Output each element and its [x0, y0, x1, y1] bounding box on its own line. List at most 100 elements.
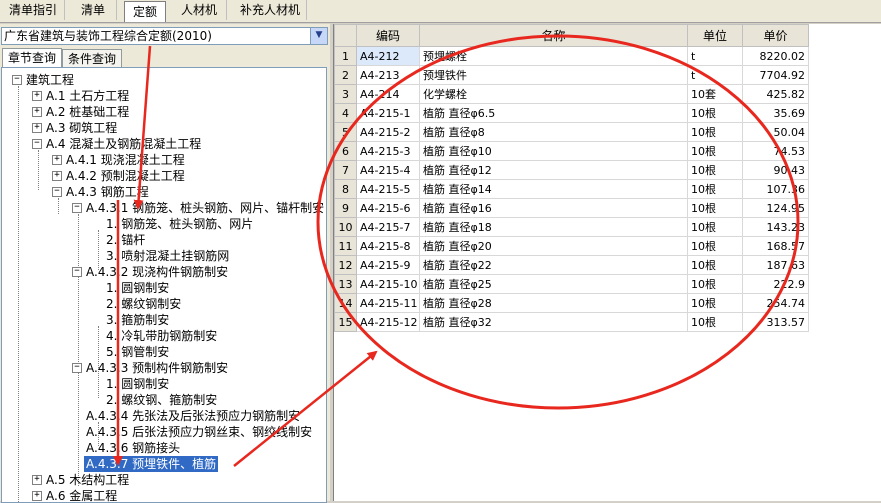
tree-leaf-a432-1[interactable]: 1. 圆钢制安: [106, 280, 169, 296]
col-header-name[interactable]: 名称: [419, 24, 688, 47]
row-number-cell[interactable]: 5: [334, 122, 357, 142]
price-cell[interactable]: 222.9: [742, 274, 809, 294]
tab-bill-guide[interactable]: 清单指引: [2, 0, 65, 20]
plus-box-icon[interactable]: +: [32, 106, 42, 117]
price-cell[interactable]: 143.23: [742, 217, 809, 237]
unit-cell[interactable]: 10根: [687, 255, 743, 275]
name-cell[interactable]: 植筋 直径φ32: [419, 312, 688, 332]
tab-quota[interactable]: 定额: [124, 1, 166, 22]
tree-leaf-a436[interactable]: A.4.3.6 钢筋接头: [86, 440, 180, 456]
row-number-cell[interactable]: 15: [334, 312, 357, 332]
code-cell[interactable]: A4-212: [356, 46, 420, 66]
tree-leaf-a435[interactable]: A.4.3.5 后张法预应力钢丝束、钢绞线制安: [86, 424, 312, 440]
price-cell[interactable]: 90.43: [742, 160, 809, 180]
price-cell[interactable]: 35.69: [742, 103, 809, 123]
price-cell[interactable]: 74.53: [742, 141, 809, 161]
tab-labor-material-machine[interactable]: 人材机: [172, 0, 227, 20]
table-row[interactable]: 10 A4-215-7 植筋 直径φ18 10根 143.23: [334, 217, 809, 237]
unit-cell[interactable]: t: [687, 65, 743, 85]
name-cell[interactable]: 植筋 直径φ28: [419, 293, 688, 313]
minus-box-icon[interactable]: −: [72, 266, 82, 277]
code-cell[interactable]: A4-214: [356, 84, 420, 104]
tree-leaf-a434[interactable]: A.4.3.4 先张法及后张法预应力钢筋制安: [86, 408, 300, 424]
minus-box-icon[interactable]: −: [52, 186, 62, 197]
price-cell[interactable]: 50.04: [742, 122, 809, 142]
col-header-code[interactable]: 编码: [356, 24, 420, 47]
code-cell[interactable]: A4-215-9: [356, 255, 420, 275]
unit-cell[interactable]: 10套: [687, 84, 743, 104]
price-cell[interactable]: 107.36: [742, 179, 809, 199]
code-cell[interactable]: A4-215-10: [356, 274, 420, 294]
table-row[interactable]: 6 A4-215-3 植筋 直径φ10 10根 74.53: [334, 141, 809, 161]
table-row[interactable]: 2 A4-213 预埋铁件 t 7704.92: [334, 65, 809, 85]
tree-leaf-a431-2[interactable]: 2. 锚杆: [106, 232, 145, 248]
minus-box-icon[interactable]: −: [12, 74, 22, 85]
row-number-cell[interactable]: 12: [334, 255, 357, 275]
table-row[interactable]: 12 A4-215-9 植筋 直径φ22 10根 187.63: [334, 255, 809, 275]
chapter-tree[interactable]: − 建筑工程 + A.1 土石方工程 + A.2 桩基础工程 + A.3 砌筑工程 − A…: [1, 67, 327, 503]
unit-cell[interactable]: t: [687, 46, 743, 66]
tree-node-a1[interactable]: + A.1 土石方工程: [32, 88, 129, 104]
tree-leaf-a431-1[interactable]: 1. 钢筋笼、桩头钢筋、网片: [106, 216, 253, 232]
chevron-down-icon[interactable]: ▼: [310, 28, 327, 44]
tree-node-a42[interactable]: + A.4.2 预制混凝土工程: [52, 168, 185, 184]
code-cell[interactable]: A4-215-2: [356, 122, 420, 142]
code-cell[interactable]: A4-215-1: [356, 103, 420, 123]
name-cell[interactable]: 预埋螺栓: [419, 46, 688, 66]
unit-cell[interactable]: 10根: [687, 122, 743, 142]
table-row[interactable]: 1 A4-212 预埋螺栓 t 8220.02: [334, 46, 809, 66]
table-row[interactable]: 14 A4-215-11 植筋 直径φ28 10根 254.74: [334, 293, 809, 313]
plus-box-icon[interactable]: +: [32, 90, 42, 101]
unit-cell[interactable]: 10根: [687, 274, 743, 294]
unit-cell[interactable]: 10根: [687, 198, 743, 218]
price-cell[interactable]: 187.63: [742, 255, 809, 275]
code-cell[interactable]: A4-215-7: [356, 217, 420, 237]
name-cell[interactable]: 植筋 直径φ10: [419, 141, 688, 161]
code-cell[interactable]: A4-215-4: [356, 160, 420, 180]
price-cell[interactable]: 313.57: [742, 312, 809, 332]
tree-node-a433[interactable]: − A.4.3.3 预制构件钢筋制安: [72, 360, 228, 376]
table-row[interactable]: 13 A4-215-10 植筋 直径φ25 10根 222.9: [334, 274, 809, 294]
tab-supplementary-lmm[interactable]: 补充人材机: [234, 0, 307, 20]
table-row[interactable]: 15 A4-215-12 植筋 直径φ32 10根 313.57: [334, 312, 809, 332]
table-row[interactable]: 3 A4-214 化学螺栓 10套 425.82: [334, 84, 809, 104]
row-number-cell[interactable]: 10: [334, 217, 357, 237]
name-cell[interactable]: 植筋 直径φ22: [419, 255, 688, 275]
name-cell[interactable]: 植筋 直径φ8: [419, 122, 688, 142]
tree-leaf-a432-2[interactable]: 2. 螺纹钢制安: [106, 296, 181, 312]
tree-leaf-a437-selected[interactable]: A.4.3.7 预埋铁件、植筋: [84, 456, 219, 472]
minus-box-icon[interactable]: −: [72, 202, 82, 213]
table-row[interactable]: 5 A4-215-2 植筋 直径φ8 10根 50.04: [334, 122, 809, 142]
plus-box-icon[interactable]: +: [52, 154, 62, 165]
unit-cell[interactable]: 10根: [687, 103, 743, 123]
unit-cell[interactable]: 10根: [687, 312, 743, 332]
code-cell[interactable]: A4-215-5: [356, 179, 420, 199]
tab-condition-query[interactable]: 条件查询: [62, 49, 122, 68]
tree-node-a431[interactable]: − A.4.3.1 钢筋笼、桩头钢筋、网片、锚杆制安: [72, 200, 324, 216]
price-cell[interactable]: 7704.92: [742, 65, 809, 85]
tree-node-a41[interactable]: + A.4.1 现浇混凝土工程: [52, 152, 185, 168]
unit-cell[interactable]: 10根: [687, 293, 743, 313]
tab-chapter-query[interactable]: 章节查询: [2, 48, 62, 68]
tree-node-a432[interactable]: − A.4.3.2 现浇构件钢筋制安: [72, 264, 228, 280]
row-number-cell[interactable]: 14: [334, 293, 357, 313]
name-cell[interactable]: 预埋铁件: [419, 65, 688, 85]
tree-node-a3[interactable]: + A.3 砌筑工程: [32, 120, 117, 136]
unit-cell[interactable]: 10根: [687, 160, 743, 180]
row-number-cell[interactable]: 9: [334, 198, 357, 218]
row-number-cell[interactable]: 6: [334, 141, 357, 161]
price-cell[interactable]: 124.95: [742, 198, 809, 218]
row-number-cell[interactable]: 7: [334, 160, 357, 180]
code-cell[interactable]: A4-215-3: [356, 141, 420, 161]
name-cell[interactable]: 植筋 直径φ14: [419, 179, 688, 199]
price-cell[interactable]: 168.57: [742, 236, 809, 256]
tab-bill[interactable]: 清单: [70, 0, 117, 20]
tree-leaf-a432-5[interactable]: 5. 钢管制安: [106, 344, 169, 360]
tree-leaf-a432-3[interactable]: 3. 箍筋制安: [106, 312, 169, 328]
name-cell[interactable]: 植筋 直径φ16: [419, 198, 688, 218]
price-cell[interactable]: 8220.02: [742, 46, 809, 66]
price-cell[interactable]: 254.74: [742, 293, 809, 313]
price-cell[interactable]: 425.82: [742, 84, 809, 104]
unit-cell[interactable]: 10根: [687, 236, 743, 256]
unit-cell[interactable]: 10根: [687, 217, 743, 237]
